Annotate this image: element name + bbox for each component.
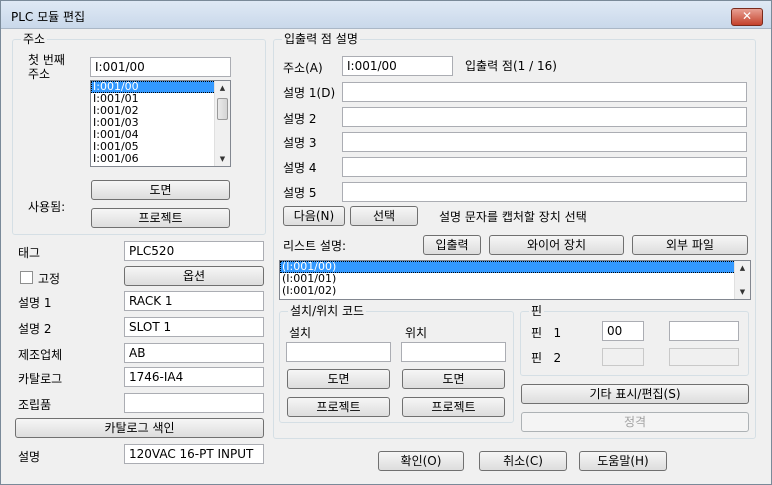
select-hint-text: 설명 문자를 캡처할 장치 선택 bbox=[439, 210, 587, 224]
location-drawing-button[interactable]: 도면 bbox=[402, 369, 505, 389]
io-address-label: 주소(A) bbox=[283, 61, 323, 75]
pin1-label: 핀 1 bbox=[531, 326, 562, 340]
address-list-scrollbar[interactable]: ▲ ▼ bbox=[214, 81, 230, 166]
pin2-label: 핀 2 bbox=[531, 351, 562, 365]
assembly-field[interactable] bbox=[124, 393, 264, 413]
desc2-label: 설명 2 bbox=[18, 322, 52, 336]
next-button[interactable]: 다음(N) bbox=[283, 206, 345, 226]
description-label: 설명 bbox=[18, 450, 41, 464]
title-bar[interactable]: PLC 모듈 편집 ✕ bbox=[1, 1, 771, 29]
location-field[interactable] bbox=[401, 342, 506, 362]
window-title: PLC 모듈 편집 bbox=[11, 10, 86, 24]
install-field[interactable] bbox=[286, 342, 391, 362]
description-field[interactable]: 120VAC 16-PT INPUT bbox=[124, 444, 264, 464]
manufacturer-label: 제조업체 bbox=[18, 348, 63, 362]
io-point-counter: 입출력 점(1 / 16) bbox=[465, 59, 557, 73]
location-label: 위치 bbox=[405, 326, 428, 340]
pin2-extra-field bbox=[669, 348, 739, 366]
io-desc4-field[interactable] bbox=[342, 157, 747, 177]
io-list-items: (I:001/00) (I:001/01) (I:001/02) bbox=[280, 261, 750, 297]
scroll-thumb[interactable] bbox=[217, 98, 228, 120]
address-project-button[interactable]: 프로젝트 bbox=[91, 208, 230, 228]
io-point-group-title: 입출력 점 설명 bbox=[282, 32, 360, 46]
pin1-extra-field[interactable] bbox=[669, 321, 739, 341]
rating-button: 정격 bbox=[521, 412, 749, 432]
location-code-group-title: 설치/위치 코드 bbox=[288, 304, 367, 318]
io-list-item[interactable]: (I:001/00) bbox=[280, 261, 750, 273]
catalog-field[interactable]: 1746-IA4 bbox=[124, 367, 264, 387]
io-desc3-label: 설명 3 bbox=[283, 136, 317, 150]
desc1-field[interactable]: RACK 1 bbox=[124, 291, 264, 311]
io-list[interactable]: (I:001/00) (I:001/01) (I:001/02) ▲ ▼ bbox=[279, 260, 751, 300]
plc-module-edit-dialog: PLC 모듈 편집 ✕ 주소 첫 번째 주소 I:001/00 I:001/00… bbox=[0, 0, 772, 485]
options-button[interactable]: 옵션 bbox=[124, 266, 264, 286]
io-desc3-field[interactable] bbox=[342, 132, 747, 152]
desc2-field[interactable]: SLOT 1 bbox=[124, 317, 264, 337]
fixed-label: 고정 bbox=[38, 272, 61, 286]
address-list[interactable]: I:001/00 I:001/01 I:001/02 I:001/03 I:001/04… bbox=[90, 80, 231, 167]
scroll-down-icon[interactable]: ▼ bbox=[215, 152, 230, 166]
tag-label: 태그 bbox=[18, 246, 41, 260]
io-desc2-label: 설명 2 bbox=[283, 112, 317, 126]
address-list-items: I:001/00 I:001/01 I:001/02 I:001/03 I:001/04… bbox=[91, 81, 230, 167]
scroll-up-icon[interactable]: ▲ bbox=[735, 261, 750, 275]
catalog-label: 카탈로그 bbox=[18, 372, 63, 386]
io-desc1-field[interactable] bbox=[342, 82, 747, 102]
scroll-up-icon[interactable]: ▲ bbox=[215, 81, 230, 95]
pin1-field[interactable]: 00 bbox=[602, 321, 644, 341]
select-button[interactable]: 선택 bbox=[350, 206, 418, 226]
io-address-field[interactable]: I:001/00 bbox=[342, 56, 453, 76]
io-desc2-field[interactable] bbox=[342, 107, 747, 127]
help-button[interactable]: 도움말(H) bbox=[579, 451, 667, 471]
close-button[interactable]: ✕ bbox=[731, 8, 763, 26]
used-label: 사용됨: bbox=[28, 200, 66, 214]
first-address-label: 첫 번째 주소 bbox=[28, 53, 65, 81]
location-project-button[interactable]: 프로젝트 bbox=[402, 397, 505, 417]
tag-field[interactable]: PLC520 bbox=[124, 241, 264, 261]
install-label: 설치 bbox=[289, 326, 312, 340]
catalog-index-button[interactable]: 카탈로그 색인 bbox=[15, 418, 264, 438]
address-drawing-button[interactable]: 도면 bbox=[91, 180, 230, 200]
io-list-item[interactable]: (I:001/01) bbox=[280, 273, 750, 285]
address-group-title: 주소 bbox=[21, 32, 48, 46]
ok-button[interactable]: 확인(O) bbox=[378, 451, 464, 471]
pin-group-title: 핀 bbox=[529, 304, 545, 318]
fixed-checkbox[interactable] bbox=[20, 271, 33, 284]
assembly-label: 조립품 bbox=[18, 398, 52, 412]
wire-device-button[interactable]: 와이어 장치 bbox=[489, 235, 624, 255]
first-address-field[interactable]: I:001/00 bbox=[90, 57, 231, 77]
io-list-scrollbar[interactable]: ▲ ▼ bbox=[734, 261, 750, 299]
manufacturer-field[interactable]: AB bbox=[124, 343, 264, 363]
pin2-field bbox=[602, 348, 644, 366]
desc1-label: 설명 1 bbox=[18, 296, 52, 310]
io-desc4-label: 설명 4 bbox=[283, 161, 317, 175]
list-description-label: 리스트 설명: bbox=[283, 239, 347, 253]
other-display-edit-button[interactable]: 기타 표시/편집(S) bbox=[521, 384, 749, 404]
io-desc1-label: 설명 1(D) bbox=[283, 86, 336, 100]
address-list-item[interactable]: I:001/07 bbox=[91, 165, 230, 167]
io-desc5-field[interactable] bbox=[342, 182, 747, 202]
scroll-down-icon[interactable]: ▼ bbox=[735, 285, 750, 299]
cancel-button[interactable]: 취소(C) bbox=[479, 451, 567, 471]
install-project-button[interactable]: 프로젝트 bbox=[287, 397, 390, 417]
io-list-button[interactable]: 입출력 bbox=[423, 235, 481, 255]
install-drawing-button[interactable]: 도면 bbox=[287, 369, 390, 389]
external-file-button[interactable]: 외부 파일 bbox=[632, 235, 748, 255]
io-desc5-label: 설명 5 bbox=[283, 186, 317, 200]
io-list-item[interactable]: (I:001/02) bbox=[280, 285, 750, 297]
